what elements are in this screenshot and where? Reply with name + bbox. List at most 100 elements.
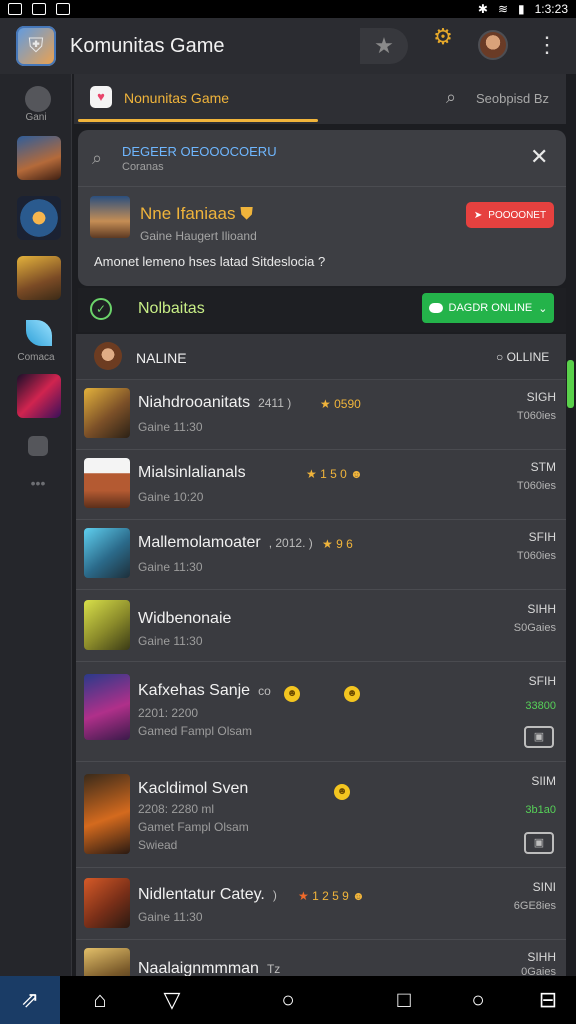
row-status: SIGH (526, 390, 556, 404)
list-item[interactable]: Widbenonaie Gaine 11:30 SIHH S0Gaies (76, 590, 566, 662)
app-title: Komunitas Game (70, 35, 225, 57)
wifi-icon: ≋ (497, 2, 509, 16)
row-status: STM (530, 460, 556, 474)
radio-icon: ○ (496, 350, 504, 364)
section-title: Nolbaitas (138, 300, 205, 317)
row-status: SFIH (528, 530, 556, 544)
shield-logo-icon: ⛨ (16, 26, 56, 66)
search-label[interactable]: Seobpisd Bz (476, 91, 549, 106)
game-name: Kacldimol Sven (138, 780, 249, 797)
hero-thumbnail (90, 196, 130, 238)
kebab-icon[interactable]: ⋮ (536, 32, 558, 58)
rating: ★ 1 2 5 9 ☻ (298, 889, 365, 903)
game-thumbnail (84, 878, 130, 928)
system-nav-bar: ⇗ ⌂ ▽ ○ □ ○ ⊟ (0, 976, 576, 1024)
row-meta: 33800 (525, 700, 556, 712)
star-icon: ★ (320, 397, 331, 411)
sidebar-item-game-3[interactable] (17, 256, 61, 300)
game-thumbnail (84, 458, 130, 508)
tab-indicator (78, 119, 318, 122)
app-bar: ⛨ Komunitas Game ★ ⚙ ⋮ (0, 18, 576, 74)
back-icon[interactable]: ▽ (144, 976, 200, 1024)
star-icon: ★ (322, 537, 333, 551)
rating: ★ 9 6 (322, 537, 353, 551)
compass-icon[interactable] (25, 86, 51, 112)
game-thumbnail (84, 774, 130, 854)
game-subtitle: Gamed Fampl Olsam (138, 724, 253, 738)
row-meta: S0Gaies (513, 622, 556, 634)
list-header-status[interactable]: ○ OLLINE (496, 350, 549, 364)
emoji-icon: ☻ (350, 467, 363, 481)
row-status: SIIM (531, 774, 556, 788)
game-time: Gaine 10:20 (138, 490, 204, 504)
game-thumbnail (84, 948, 130, 976)
status-bar: ✱ ≋ ▮ 1:3:23 (0, 0, 576, 18)
avatar (94, 342, 122, 370)
share-icon[interactable]: ⇗ (0, 976, 60, 1024)
circle-icon[interactable]: ○ (450, 976, 506, 1024)
emoji-icon: ☻ (344, 686, 360, 702)
hero-subtitle: Gaine Haugert Ilioand (140, 229, 257, 243)
game-action-button[interactable]: ▣ (524, 726, 554, 748)
sidebar-item-game-4[interactable] (17, 374, 61, 418)
tab-community[interactable]: Nonunitas Game (124, 90, 229, 106)
scrollbar[interactable] (567, 360, 574, 408)
avatar[interactable] (478, 30, 508, 60)
image-icon (56, 3, 70, 15)
shield-badge-icon: ⛊ (240, 204, 253, 223)
hero-action-button[interactable]: ➤ POOOONET (466, 202, 554, 228)
game-time: 2201: 2200 (138, 706, 199, 720)
chat-icon[interactable] (28, 436, 48, 456)
list-item[interactable]: Mialsinlalianals ★ 1 5 0 ☻ Gaine 10:20 S… (76, 450, 566, 520)
row-status: SIHH (527, 602, 556, 616)
game-action-button[interactable]: ▣ (524, 832, 554, 854)
emoji-icon: ☻ (352, 889, 365, 903)
section-header: ✓ Nolbaitas DAGDR ONLINE ⌄ (78, 288, 566, 332)
online-filter-button[interactable]: DAGDR ONLINE ⌄ (422, 293, 554, 323)
list-item[interactable]: Niahdrooanitats 2411 ) ★ 0590 Gaine 11:30… (76, 380, 566, 450)
list-item[interactable]: Naalaignmmman Tz SIHH 0Gaies (76, 940, 566, 976)
hero-title: Nne Ifaniaas ⛊ (140, 204, 253, 223)
photo-icon (32, 3, 46, 15)
search-icon: ⌕ (92, 148, 103, 168)
circle-icon[interactable]: ○ (260, 976, 316, 1024)
recent-icon[interactable]: ⊟ (520, 976, 576, 1024)
list-item[interactable]: Kafxehas Sanje co ☻ ☻ 2201: 2200 Gamed Fa… (76, 662, 566, 762)
notification-panel: ⌕ DEGEER OEOOOCOERU Coranas ✕ Nne Ifania… (78, 130, 566, 286)
game-time: 2208: 2280 ml (138, 802, 215, 816)
star-icon: ★ (298, 889, 309, 903)
sidebar-item-label: Comaca (17, 352, 55, 363)
close-icon[interactable]: ✕ (530, 144, 548, 170)
more-icon[interactable]: ••• (26, 476, 50, 490)
game-time: Gaine 11:30 (138, 910, 203, 924)
bell-icon[interactable]: ⚙ (430, 24, 456, 50)
game-list: NALINE ○ OLLINE Niahdrooanitats 2411 ) ★ … (76, 334, 566, 976)
sidebar-item-game-1[interactable] (17, 136, 61, 180)
search-icon[interactable]: ⌕ (446, 87, 456, 108)
panel-search-title[interactable]: DEGEER OEOOOCOERU (122, 144, 277, 159)
square-icon[interactable]: □ (376, 976, 432, 1024)
sidebar-item-label: Gani (25, 112, 47, 123)
list-item[interactable]: Nidlentatur Catey.) ★ 1 2 5 9 ☻ Gaine 11… (76, 868, 566, 940)
game-time: Gaine 11:30 (138, 420, 203, 434)
row-meta: 6GE8ies (513, 900, 556, 912)
clock-text: 1:3:23 (534, 2, 568, 16)
list-header-title: NALINE (136, 350, 187, 366)
tab-bar: ♥ Nonunitas Game ⌕ Seobpisd Bz (74, 74, 566, 124)
game-name: Mallemolamoater, 2012. ) (138, 534, 313, 551)
row-meta: 0Gaies (521, 966, 556, 976)
list-item[interactable]: Kacldimol Sven ☻ 2208: 2280 ml Gamet Fam… (76, 762, 566, 868)
game-name: Naalaignmmman Tz (138, 960, 281, 976)
home-icon[interactable]: ⌂ (72, 976, 128, 1024)
sidebar: Gani Comaca ••• (0, 74, 72, 976)
battery-icon: ▮ (518, 2, 525, 16)
game-time: Gaine 11:30 (138, 634, 203, 648)
arrow-icon: ➤ (473, 209, 483, 221)
mail-icon (8, 3, 22, 15)
star-icon[interactable]: ★ (360, 28, 408, 64)
sidebar-item-game-2[interactable] (17, 196, 61, 240)
game-subtitle: Gamet Fampl Olsam (138, 820, 249, 834)
game-thumbnail (84, 388, 130, 438)
feather-icon[interactable] (26, 320, 52, 346)
list-item[interactable]: Mallemolamoater, 2012. ) ★ 9 6 Gaine 11:… (76, 520, 566, 590)
